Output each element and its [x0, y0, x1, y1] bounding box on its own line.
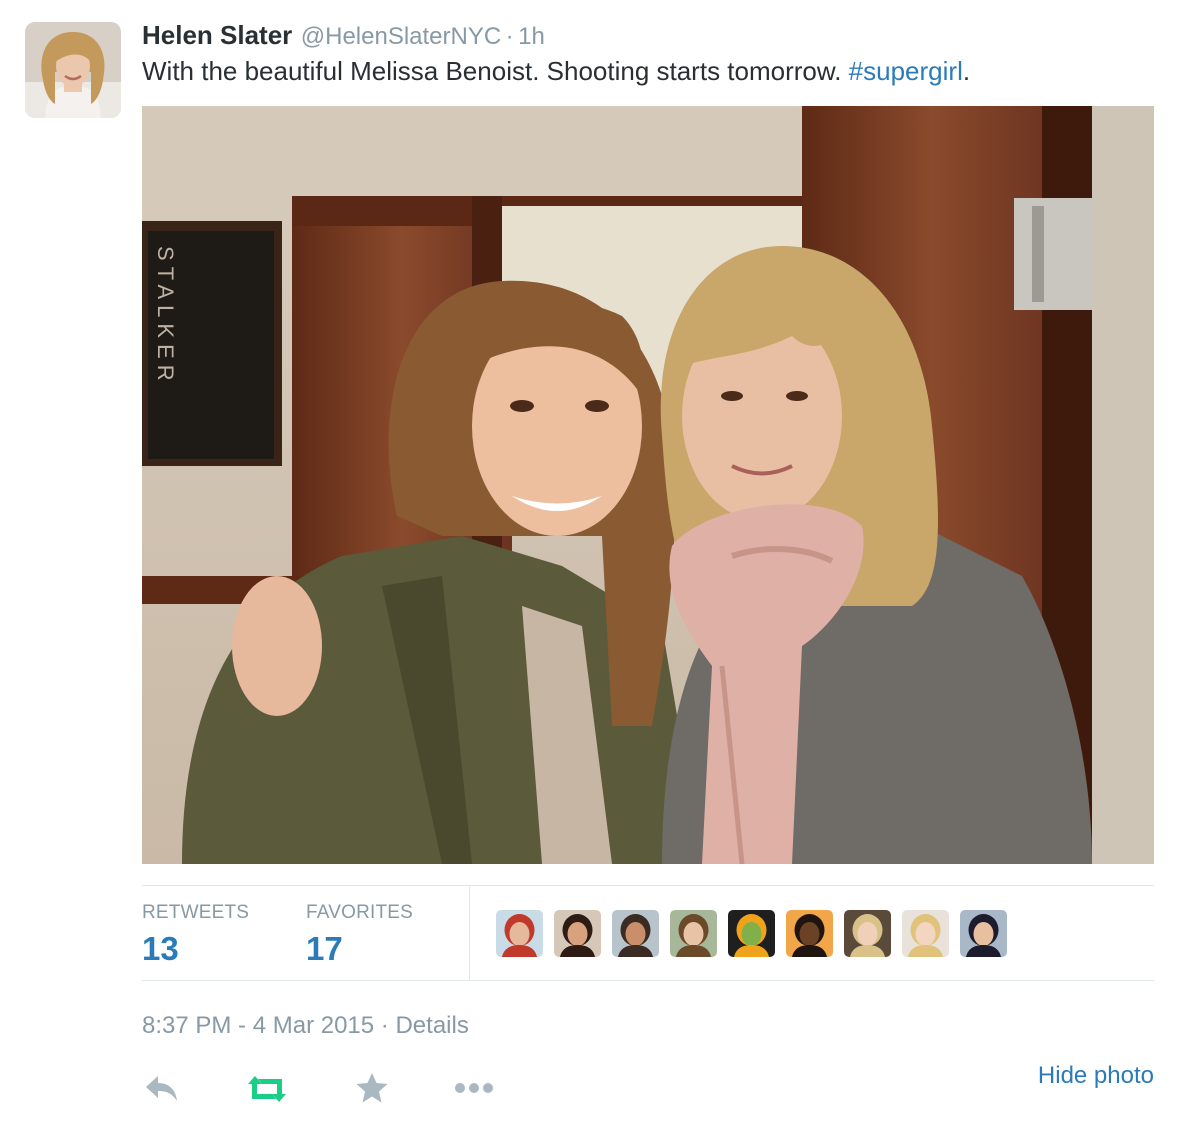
tweet-timestamp[interactable]: 1h: [518, 23, 545, 50]
tweet-stats: RETWEETS 13 FAVORITES 17: [142, 885, 1154, 981]
favoriter-avatar-sleeping-image: [612, 910, 659, 957]
hide-photo-link[interactable]: Hide photo: [1038, 1062, 1154, 1090]
author-avatar-image: [25, 22, 121, 118]
tweet-text: With the beautiful Melissa Benoist. Shoo…: [142, 56, 970, 87]
favoriter-avatar-spiderman[interactable]: [496, 910, 543, 957]
retweets-stat[interactable]: RETWEETS 13: [142, 902, 249, 968]
tweet-datetime: 8:37 PM - 4 Mar 2015: [142, 1012, 375, 1039]
favoriter-avatar-woman-blonde-image: [902, 910, 949, 957]
favoriter-avatar-cartoon-image: [728, 910, 775, 957]
favorites-count: 17: [306, 930, 343, 967]
favoriter-avatar-woman-curly[interactable]: [554, 910, 601, 957]
retweet-button[interactable]: [246, 1074, 288, 1109]
favorite-button[interactable]: [355, 1072, 389, 1109]
favoriter-avatar-man-orange-image: [786, 910, 833, 957]
header-separator: ·: [505, 23, 514, 50]
favoriter-avatar-man-orange[interactable]: [786, 910, 833, 957]
tweet-actions: [142, 1066, 522, 1110]
favoriter-avatar-superman[interactable]: [960, 910, 1007, 957]
reply-icon: [146, 1076, 177, 1101]
tweet-text-body: With the beautiful Melissa Benoist. Shoo…: [142, 56, 849, 86]
author-fullname[interactable]: Helen Slater: [142, 20, 292, 50]
reply-button[interactable]: [144, 1074, 180, 1109]
tweet-meta: 8:37 PM - 4 Mar 2015 · Details: [142, 1012, 469, 1040]
author-avatar[interactable]: [25, 22, 121, 118]
tweet-text-suffix: .: [962, 56, 971, 86]
photo-image: STALKER: [142, 106, 1154, 864]
tweet-header: Helen Slater @HelenSlaterNYC · 1h: [142, 20, 545, 51]
star-icon: [356, 1073, 388, 1103]
stats-divider: [469, 886, 470, 980]
favoriter-avatar-sleeping[interactable]: [612, 910, 659, 957]
favoriter-avatar-spiderman-image: [496, 910, 543, 957]
poster-text: STALKER: [153, 246, 178, 387]
retweets-count: 13: [142, 930, 179, 967]
favoriter-avatar-man-blond-image: [844, 910, 891, 957]
hashtag-link[interactable]: #supergirl: [849, 56, 963, 86]
favoriter-avatar-woman-glasses-image: [670, 910, 717, 957]
retweet-icon: [248, 1076, 286, 1102]
favoriter-avatar-cartoon[interactable]: [728, 910, 775, 957]
favorites-stat[interactable]: FAVORITES 17: [306, 902, 413, 968]
meta-separator: ·: [380, 1012, 389, 1039]
more-dots-icon: [455, 1083, 493, 1093]
favoriter-avatar-superman-image: [960, 910, 1007, 957]
favoriter-avatar-woman-blonde[interactable]: [902, 910, 949, 957]
author-username[interactable]: @HelenSlaterNYC: [301, 23, 501, 50]
retweets-label: RETWEETS: [142, 902, 250, 923]
tweet-photo[interactable]: STALKER: [142, 106, 1154, 864]
favoriter-avatar-man-blond[interactable]: [844, 910, 891, 957]
favoriter-avatar-woman-glasses[interactable]: [670, 910, 717, 957]
favoriter-avatar-woman-curly-image: [554, 910, 601, 957]
details-link[interactable]: Details: [395, 1012, 468, 1039]
more-button[interactable]: [454, 1080, 496, 1101]
favorites-label: FAVORITES: [306, 902, 414, 923]
